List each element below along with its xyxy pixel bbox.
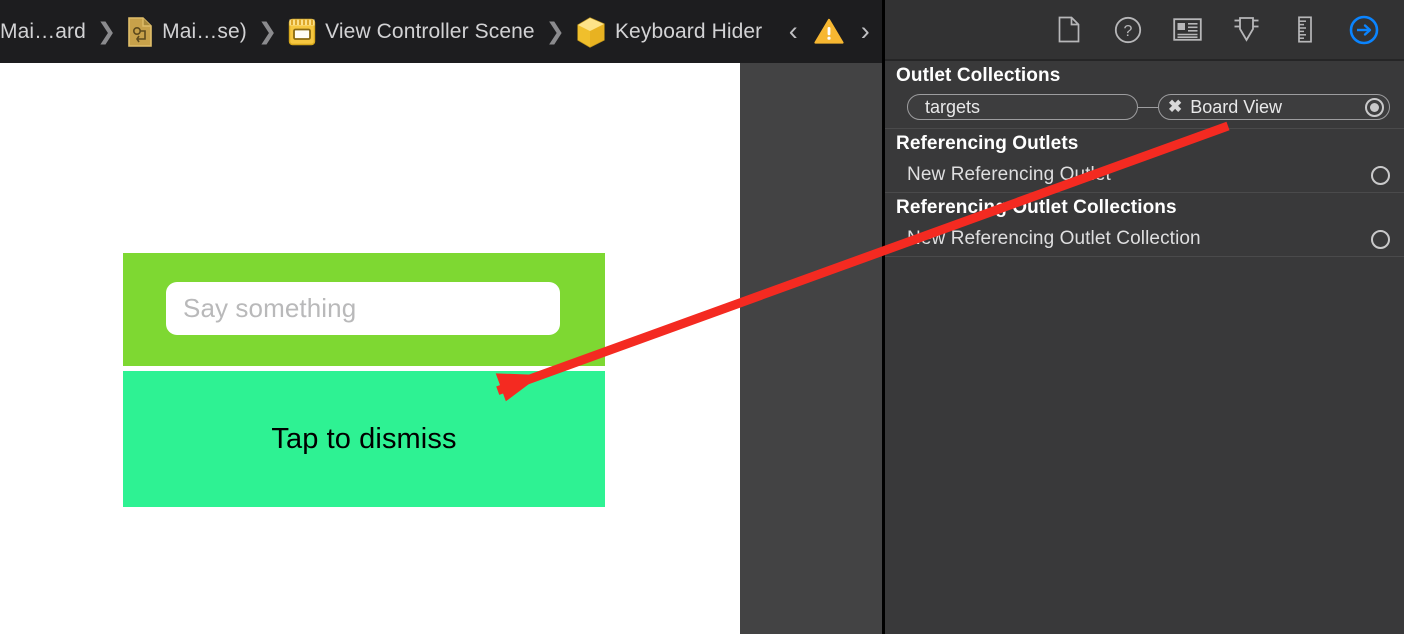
- connection-well-empty[interactable]: [1371, 165, 1390, 185]
- quick-help-inspector-icon[interactable]: ?: [1112, 14, 1144, 46]
- breadcrumb-separator: ❯: [96, 18, 117, 44]
- connection-well-empty[interactable]: [1371, 229, 1390, 249]
- breadcrumb-item-2[interactable]: View Controller Scene: [288, 0, 535, 63]
- outlet-collection-name-pill[interactable]: targets: [907, 94, 1138, 120]
- x-mark-icon[interactable]: ✖: [1168, 98, 1182, 115]
- svg-text:?: ?: [1124, 23, 1133, 40]
- interface-builder-canvas[interactable]: Say something Tap to dismiss: [0, 63, 740, 634]
- inspector-tab-bar: ?: [885, 0, 1404, 61]
- breadcrumb-item-3[interactable]: Keyboard Hider: [576, 0, 762, 63]
- referencing-outlet-collection-row[interactable]: New Referencing Outlet Collection: [885, 223, 1404, 256]
- breadcrumb-label: View Controller Scene: [325, 19, 535, 43]
- connection-link-line: [1138, 106, 1158, 108]
- previous-issue-button[interactable]: ‹: [784, 18, 802, 45]
- jump-bar: Mai…ard ❯ Mai…se) ❯ View Controller Scen…: [0, 0, 882, 63]
- xcode-interface-builder-window: Mai…ard ❯ Mai…se) ❯ View Controller Scen…: [0, 0, 1404, 634]
- tap-to-dismiss-label: Tap to dismiss: [271, 422, 457, 455]
- identity-inspector-icon[interactable]: [1171, 14, 1203, 46]
- text-field-say-something[interactable]: Say something: [166, 282, 560, 335]
- breadcrumb-item-1[interactable]: Mai…se): [127, 0, 247, 63]
- section-header-outlet-collections: Outlet Collections: [896, 65, 1061, 86]
- section-header-referencing-outlet-collections: Referencing Outlet Collections: [896, 197, 1177, 218]
- section-divider: [885, 256, 1404, 257]
- referencing-outlet-row[interactable]: New Referencing Outlet: [885, 159, 1404, 192]
- text-field-placeholder: Say something: [183, 293, 357, 323]
- section-header-referencing-outlets: Referencing Outlets: [896, 133, 1079, 154]
- breadcrumb-separator: ❯: [257, 18, 278, 44]
- storyboard-document-icon: [127, 16, 153, 47]
- file-inspector-icon[interactable]: [1053, 14, 1085, 46]
- connected-object-pill[interactable]: ✖ Board View: [1158, 94, 1390, 120]
- breadcrumb-item-0[interactable]: Mai…ard: [0, 0, 86, 63]
- breadcrumb-label: Mai…ard: [0, 19, 86, 43]
- attributes-inspector-icon[interactable]: [1230, 14, 1262, 46]
- tap-to-dismiss-view[interactable]: Tap to dismiss: [123, 371, 605, 507]
- outlet-collection-name: targets: [925, 96, 981, 117]
- canvas-background-gutter: [740, 63, 882, 634]
- scene-icon: [288, 18, 316, 46]
- inspector-panel: ? Outlet Collections targets ✖ Board Vie…: [885, 0, 1404, 634]
- connections-inspector-icon[interactable]: [1348, 14, 1380, 46]
- warning-triangle-icon[interactable]: [814, 18, 844, 45]
- view-cube-icon: [576, 16, 606, 48]
- breadcrumb-label: Mai…se): [162, 19, 247, 43]
- outlet-collection-row: targets ✖ Board View: [885, 91, 1404, 128]
- connections-inspector-body: Outlet Collections targets ✖ Board View …: [885, 61, 1404, 257]
- connection-well-filled[interactable]: [1365, 97, 1384, 117]
- connected-object-name: Board View: [1190, 96, 1282, 117]
- referencing-outlet-label: New Referencing Outlet: [907, 164, 1111, 185]
- next-issue-button[interactable]: ›: [856, 18, 874, 45]
- breadcrumb-separator: ❯: [545, 18, 565, 44]
- referencing-outlet-collection-label: New Referencing Outlet Collection: [907, 228, 1201, 249]
- breadcrumb-label: Keyboard Hider: [614, 19, 763, 43]
- jump-bar-navigation: ‹ ›: [784, 18, 874, 45]
- size-inspector-icon[interactable]: [1289, 14, 1321, 46]
